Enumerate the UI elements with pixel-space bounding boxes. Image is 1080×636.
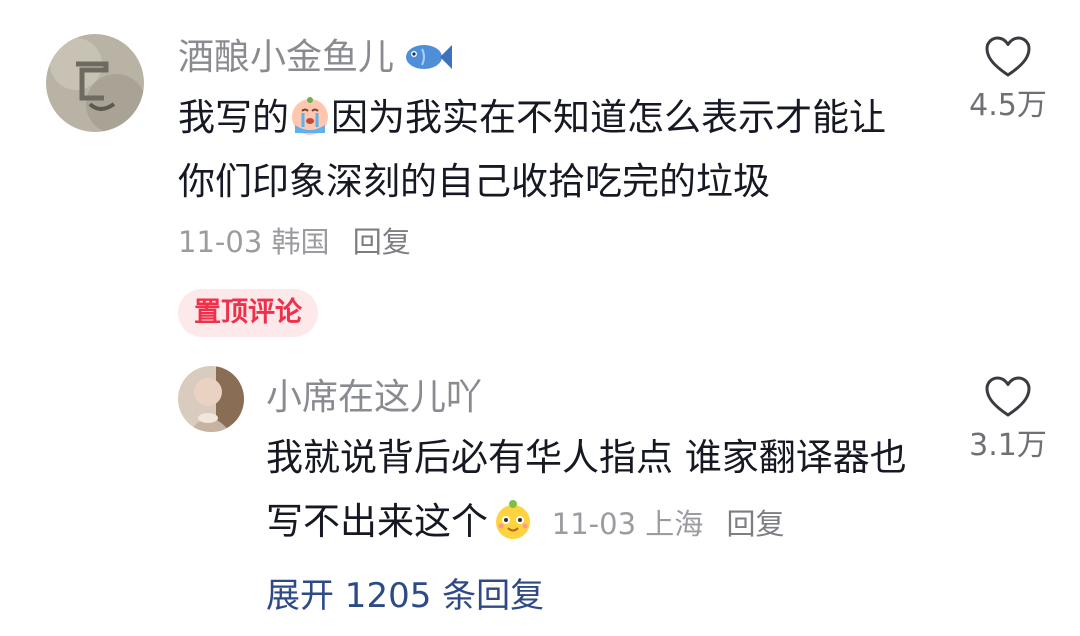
reply-button[interactable]: 回复 [353,225,411,259]
comment-date: 11-03 [178,225,263,259]
comment-text: 我就说背后必有华人指点 谁家翻译器也写不出来这个 11-03 上海 回复 [266,426,926,554]
comment-meta: 11-03 韩国 回复 [178,222,411,262]
crying-face-icon [292,97,328,135]
avatar-image [178,366,244,432]
comment-username[interactable]: 小席在这儿吖 [266,376,482,420]
comment-username[interactable]: 酒酿小金鱼儿 [178,36,453,80]
heart-icon[interactable] [985,36,1031,78]
comment-text-part: 我写的 [178,96,289,139]
avatar-image [46,34,144,132]
username-text[interactable]: 酒酿小金鱼儿 [178,37,394,78]
cute-face-icon [496,500,530,539]
expand-replies-link[interactable]: 展开 1205 条回复 [266,574,544,618]
heart-icon[interactable] [985,376,1031,418]
comment-location: 上海 [645,507,704,541]
avatar[interactable] [46,34,144,132]
avatar[interactable] [178,366,244,432]
like-count: 4.5万 [969,88,1047,123]
like-button[interactable]: 3.1万 [958,376,1058,466]
reply-button[interactable]: 回复 [727,507,785,541]
pinned-badge: 置顶评论 [178,289,318,337]
comment-meta: 11-03 上海 回复 [552,507,785,541]
like-button[interactable]: 4.5万 [958,36,1058,126]
fish-icon [406,45,453,69]
like-count: 3.1万 [969,428,1047,463]
comment-location: 韩国 [271,225,330,259]
comment-text: 我写的 因为我实在不知道怎么表示才能让你们印象深刻的自己收拾吃完的垃圾 [178,86,918,214]
comment-date: 11-03 [551,507,637,541]
